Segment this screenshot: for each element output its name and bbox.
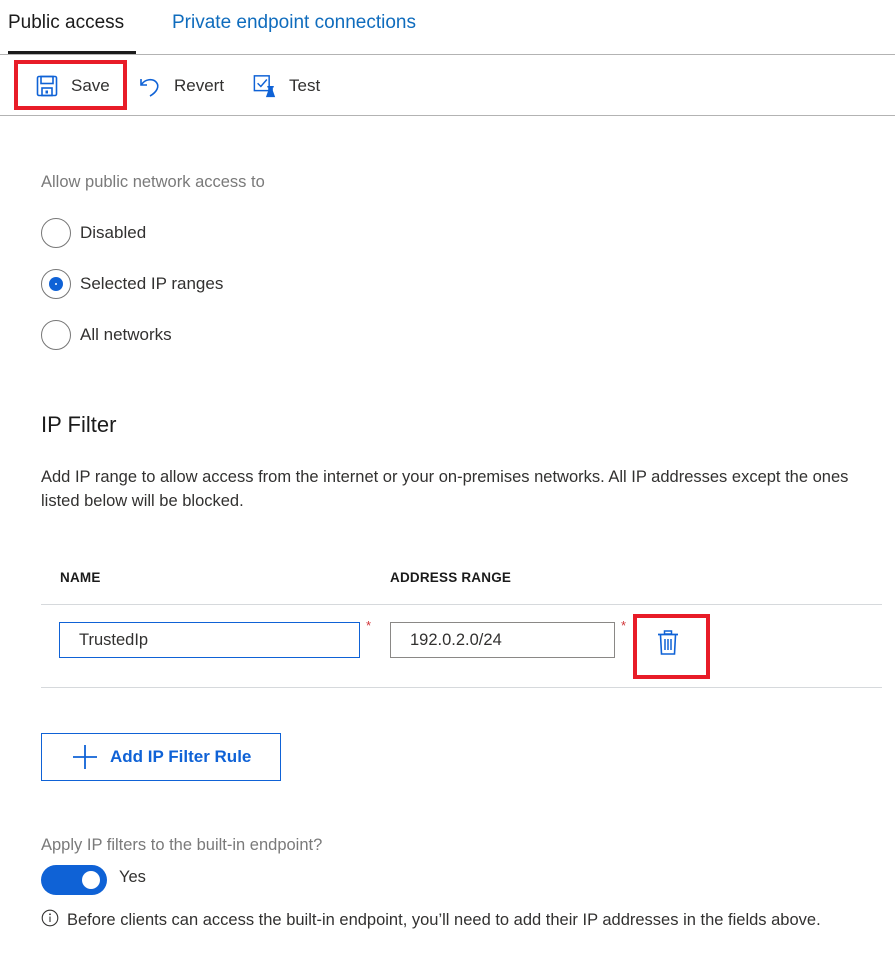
test-label: Test	[289, 76, 321, 95]
public-access-label: Allow public network access to	[41, 173, 265, 191]
active-tab-indicator	[8, 51, 136, 54]
rule-name-input[interactable]	[59, 622, 360, 658]
toggle-state-label: Yes	[119, 868, 146, 886]
ip-filter-heading: IP Filter	[41, 412, 117, 437]
info-message: Before clients can access the built-in e…	[41, 908, 886, 932]
radio-label: All networks	[80, 325, 172, 344]
tab-bar: Public access Private endpoint connectio…	[0, 0, 895, 55]
info-text: Before clients can access the built-in e…	[67, 911, 821, 929]
add-ip-filter-rule-button[interactable]: Add IP Filter Rule	[41, 733, 281, 781]
plus-icon	[72, 744, 98, 770]
add-button-label: Add IP Filter Rule	[110, 747, 252, 766]
command-bar: Save Revert Test	[0, 56, 895, 116]
test-flask-checkbox-icon	[253, 74, 277, 98]
ip-filter-description: Add IP range to allow access from the in…	[41, 468, 849, 510]
radio-label: Selected IP ranges	[80, 274, 224, 293]
radio-selected-ip-ranges[interactable]: Selected IP ranges	[41, 269, 223, 299]
apply-ip-filters-toggle[interactable]	[41, 865, 107, 895]
tab-public-access[interactable]: Public access	[8, 12, 124, 34]
table-divider	[41, 687, 882, 688]
radio-button[interactable]	[41, 320, 71, 350]
radio-label: Disabled	[80, 223, 147, 242]
save-button[interactable]: Save	[35, 56, 110, 116]
undo-icon	[138, 74, 162, 98]
address-range-input[interactable]	[390, 622, 615, 658]
save-label: Save	[71, 76, 110, 95]
required-marker: *	[366, 618, 372, 633]
toggle-knob	[82, 871, 100, 889]
radio-disabled[interactable]: Disabled	[41, 218, 146, 248]
tab-private-endpoint-connections[interactable]: Private endpoint connections	[172, 12, 416, 34]
delete-rule-button[interactable]	[654, 629, 682, 661]
test-button[interactable]: Test	[253, 56, 320, 116]
trash-icon	[657, 629, 679, 661]
floppy-disk-icon	[35, 74, 59, 98]
info-icon	[41, 909, 59, 927]
apply-ip-filters-label: Apply IP filters to the built-in endpoin…	[41, 836, 323, 854]
revert-button[interactable]: Revert	[138, 56, 224, 116]
radio-all-networks[interactable]: All networks	[41, 320, 172, 350]
radio-button-checked[interactable]	[41, 269, 71, 299]
column-header-address-range: ADDRESS RANGE	[390, 570, 512, 585]
revert-label: Revert	[174, 76, 225, 95]
table-divider	[41, 604, 882, 605]
column-header-name: NAME	[60, 570, 101, 585]
required-marker: *	[621, 618, 627, 633]
radio-button[interactable]	[41, 218, 71, 248]
